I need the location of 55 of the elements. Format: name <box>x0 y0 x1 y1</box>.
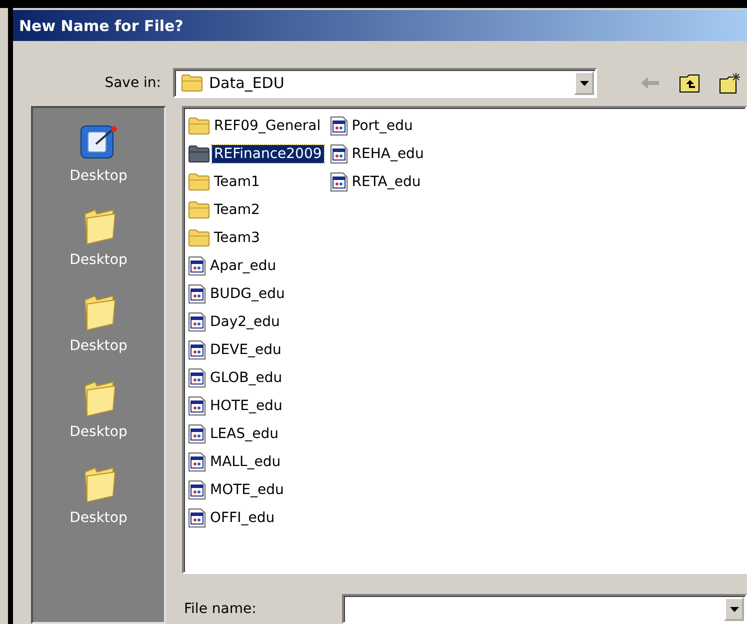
document-icon <box>188 396 206 416</box>
document-icon <box>188 312 206 332</box>
document-icon <box>188 424 206 444</box>
dropdown-button[interactable] <box>724 597 744 621</box>
folder-icon <box>188 116 210 136</box>
caret-icon <box>730 606 738 612</box>
document-icon <box>188 368 206 388</box>
document-icon <box>188 452 206 472</box>
file-item[interactable]: OFFI_edu <box>208 509 277 527</box>
new-folder-icon <box>719 72 742 94</box>
folder-icon <box>181 74 203 92</box>
file-item[interactable]: REHA_edu <box>350 145 426 163</box>
file-item[interactable]: GLOB_edu <box>208 369 284 387</box>
dropdown-button[interactable] <box>574 71 594 95</box>
document-icon <box>188 284 206 304</box>
file-item[interactable]: REF09_General <box>212 117 323 135</box>
file-item[interactable]: RETA_edu <box>350 173 423 191</box>
document-icon <box>188 480 206 500</box>
document-icon <box>188 508 206 528</box>
back-arrow-icon <box>641 77 660 89</box>
document-icon <box>188 256 206 276</box>
document-icon <box>330 144 348 164</box>
file-item[interactable]: MOTE_edu <box>208 481 286 499</box>
file-item[interactable]: Day2_edu <box>208 313 282 331</box>
file-item[interactable]: Team1 <box>212 173 262 191</box>
place-item[interactable]: Desktop <box>70 252 128 268</box>
folder-icon <box>188 172 210 192</box>
file-item[interactable]: Team3 <box>212 229 262 247</box>
document-icon <box>330 116 348 136</box>
window-title: New Name for File? <box>13 10 747 41</box>
file-item[interactable]: REFinance2009 <box>212 145 324 163</box>
folder-up-icon <box>679 73 702 93</box>
file-item[interactable]: Port_edu <box>350 117 415 135</box>
file-item[interactable]: MALL_edu <box>208 453 283 471</box>
folder-name: Data_EDU <box>209 74 286 92</box>
file-item[interactable]: HOTE_edu <box>208 397 284 415</box>
file-item[interactable]: DEVE_edu <box>208 341 284 359</box>
caret-icon <box>580 80 589 86</box>
save-in-dropdown[interactable]: Data_EDU <box>173 68 598 98</box>
place-item[interactable]: Desktop <box>70 424 128 440</box>
save-in-label: Save in: <box>104 75 162 91</box>
file-item[interactable]: Apar_edu <box>208 257 278 275</box>
file-name-label: File name: <box>183 601 258 617</box>
file-item[interactable]: LEAS_edu <box>208 425 280 443</box>
file-item[interactable]: BUDG_edu <box>208 285 287 303</box>
folder-icon <box>188 144 210 164</box>
folder-icon <box>188 228 210 248</box>
document-icon <box>330 172 348 192</box>
place-item[interactable]: Desktop <box>70 510 128 526</box>
place-item[interactable]: Desktop <box>70 168 128 184</box>
file-name-field[interactable] <box>342 594 747 624</box>
document-icon <box>188 340 206 360</box>
place-item[interactable]: Desktop <box>70 338 128 354</box>
file-item[interactable]: Team2 <box>212 201 262 219</box>
folder-icon <box>188 200 210 220</box>
